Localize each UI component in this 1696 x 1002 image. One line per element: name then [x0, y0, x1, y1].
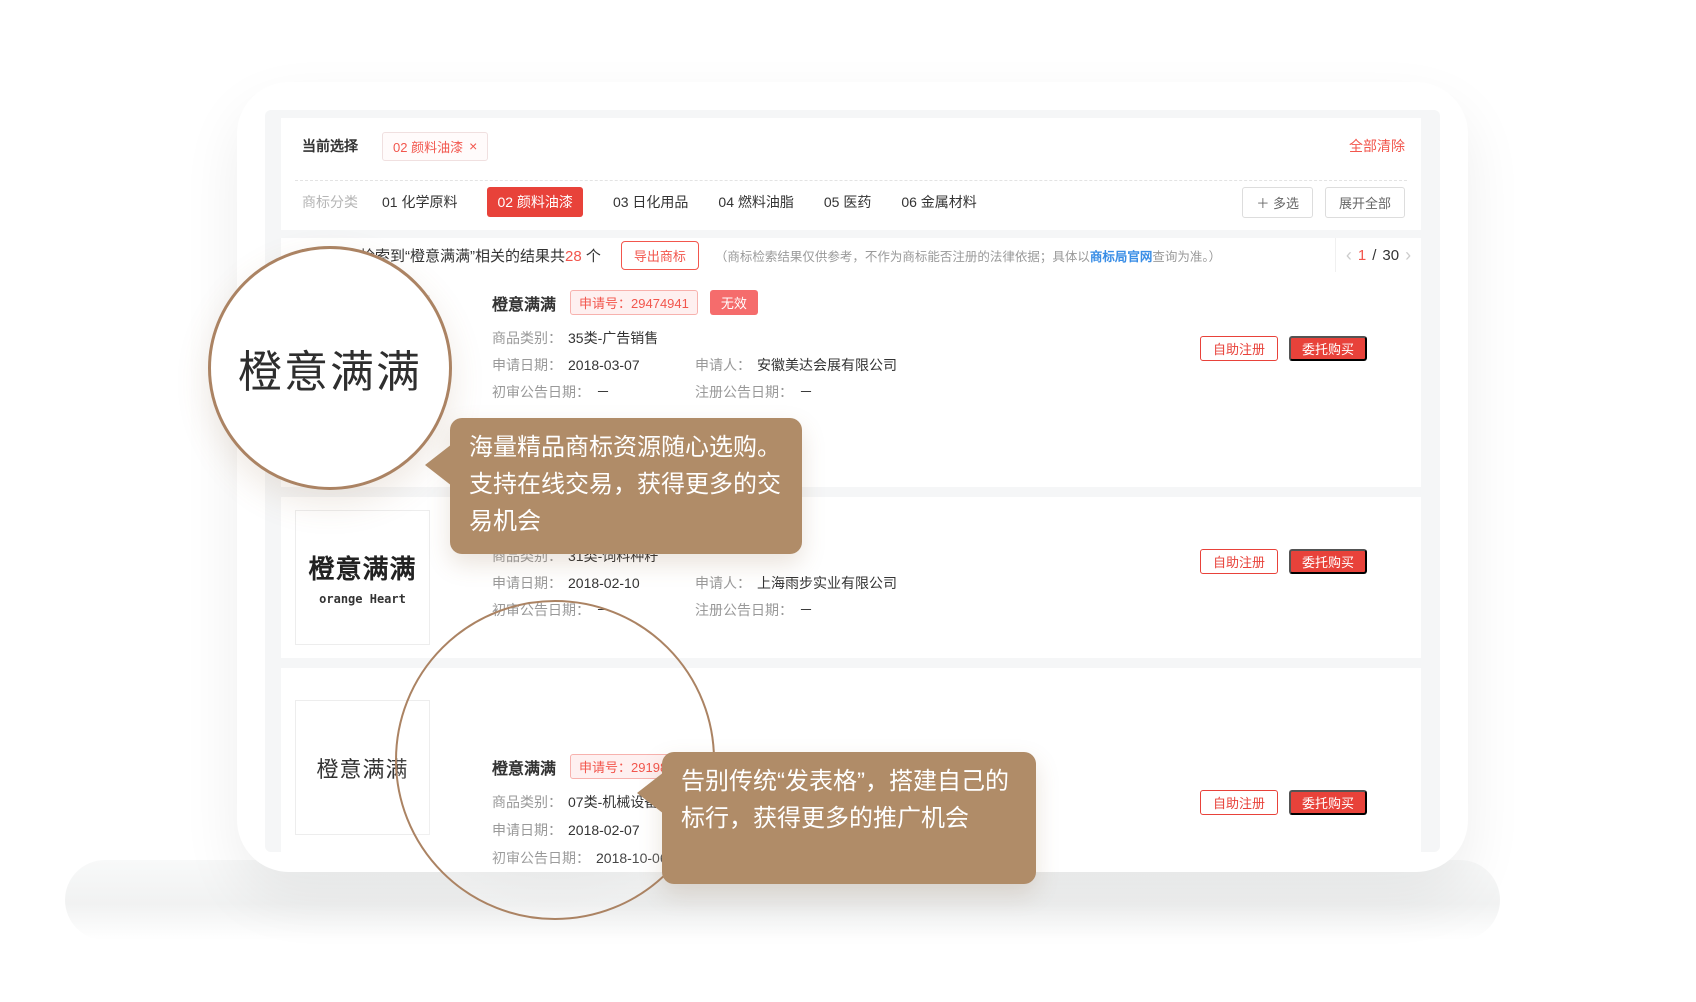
clear-all-link[interactable]: 全部清除 — [1349, 136, 1405, 156]
tooltip-marketplace: 海量精品商标资源随心选购。支持在线交易，获得更多的交易机会 — [450, 418, 802, 554]
tooltip-arrow — [637, 772, 664, 814]
applicant-field-label: 申请人： — [695, 575, 751, 591]
results-header: 当前为您检索到“橙意满满”相关的结果共28 个 导出商标 （商标检索结果仅供参考… — [281, 238, 1335, 272]
entrust-buy-button[interactable]: 委托购买 — [1289, 336, 1367, 361]
category-item-03[interactable]: 03 日化用品 — [613, 192, 688, 212]
multi-select-button[interactable]: ＋ 多选 — [1242, 187, 1313, 218]
selected-filter-tag-label: 02 颜料油漆 — [393, 137, 463, 156]
trademark-image-subtext: orange Heart — [319, 592, 406, 606]
page-separator: / — [1372, 247, 1376, 264]
application-number-tag: 申请号：29474941 — [570, 290, 698, 315]
trademark-name: 橙意满满 — [492, 291, 556, 315]
category-field-label: 商品类别： — [492, 330, 562, 346]
page-current: 1 — [1358, 247, 1366, 264]
category-item-04[interactable]: 04 燃料油脂 — [718, 192, 793, 212]
date-field-label: 申请日期： — [492, 357, 562, 373]
chevron-right-icon[interactable]: › — [1405, 246, 1411, 264]
applicant-value: 安徽美达会展有限公司 — [757, 357, 897, 373]
applicant-field-label: 申请人： — [695, 357, 751, 373]
tooltip-text: 告别传统“发表格”，搭建自己的标行，获得更多的推广机会 — [681, 768, 1009, 832]
first-announce-label: 初审公告日期： — [492, 384, 590, 400]
self-register-button[interactable]: 自助注册 — [1200, 549, 1278, 574]
reg-announce-value: － — [799, 384, 813, 400]
page: 当前选择 02 颜料油漆 × 全部清除 商标分类 01 化学原料 02 颜料油漆… — [0, 0, 1696, 1002]
reg-announce-label: 注册公告日期： — [695, 384, 793, 400]
category-value: 35类-广告销售 — [568, 330, 658, 346]
category-label: 商标分类 — [302, 192, 358, 212]
page-total: 30 — [1382, 247, 1399, 264]
disclaimer-text: （商标检索结果仅供参考，不作为商标能否注册的法律依据；具体以商标局官网查询为准。… — [715, 246, 1221, 265]
magnified-trademark-text: 橙意满满 — [238, 336, 422, 400]
trademark-image: 橙意满满 orange Heart — [295, 510, 430, 645]
entrust-buy-button[interactable]: 委托购买 — [1289, 549, 1367, 574]
magnifier-circle: 橙意满满 — [208, 246, 452, 490]
date-value: 2018-02-10 — [568, 575, 640, 591]
category-item-06[interactable]: 06 金属材料 — [901, 192, 976, 212]
self-register-button[interactable]: 自助注册 — [1200, 790, 1278, 815]
pagination: ‹ 1 / 30 › — [1335, 238, 1421, 272]
applicant-value: 上海雨步实业有限公司 — [757, 575, 897, 591]
selected-filter-tag[interactable]: 02 颜料油漆 × — [382, 132, 488, 161]
category-item-01[interactable]: 01 化学原料 — [382, 192, 457, 212]
reg-announce-label: 注册公告日期： — [695, 602, 793, 618]
tooltip-arrow — [425, 444, 452, 486]
filter-panel: 当前选择 02 颜料油漆 × 全部清除 商标分类 01 化学原料 02 颜料油漆… — [281, 118, 1421, 230]
trademark-image-text: 橙意满满 — [308, 549, 416, 586]
trademark-office-link[interactable]: 商标局官网 — [1090, 250, 1153, 264]
reg-announce-value: － — [799, 602, 813, 618]
self-register-button[interactable]: 自助注册 — [1200, 336, 1278, 361]
tooltip-text: 海量精品商标资源随心选购。支持在线交易，获得更多的交易机会 — [469, 434, 781, 535]
first-announce-value: － — [596, 384, 610, 400]
current-selection-label: 当前选择 — [302, 136, 358, 156]
tooltip-promotion: 告别传统“发表格”，搭建自己的标行，获得更多的推广机会 — [662, 752, 1036, 884]
results-count: 28 — [565, 248, 582, 265]
status-badge: 无效 — [710, 290, 758, 315]
category-list: 01 化学原料 02 颜料油漆 03 日化用品 04 燃料油脂 05 医药 06… — [382, 187, 977, 217]
date-value: 2018-03-07 — [568, 357, 640, 373]
chevron-left-icon[interactable]: ‹ — [1346, 246, 1352, 264]
export-trademarks-button[interactable]: 导出商标 — [621, 241, 699, 270]
expand-all-button[interactable]: 展开全部 — [1325, 187, 1405, 218]
category-item-02-selected[interactable]: 02 颜料油漆 — [487, 187, 582, 217]
entrust-buy-button[interactable]: 委托购买 — [1289, 790, 1367, 815]
date-field-label: 申请日期： — [492, 575, 562, 591]
close-icon[interactable]: × — [469, 139, 477, 153]
divider — [295, 180, 1407, 181]
category-item-05[interactable]: 05 医药 — [824, 192, 871, 212]
